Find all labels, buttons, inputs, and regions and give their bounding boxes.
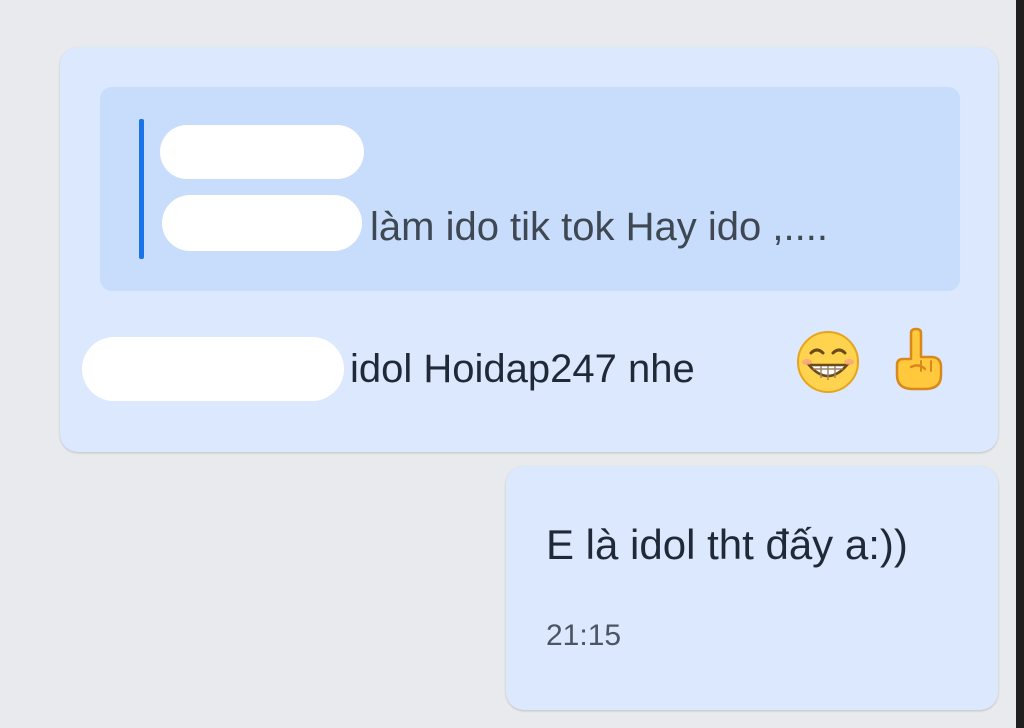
window-edge (1016, 0, 1024, 728)
received-message-bubble[interactable]: làm ido tik tok Hay ido ,.... idol Hoida… (60, 47, 998, 452)
reply-message-text: E là idol tht đấy a:)) (546, 521, 908, 568)
quoted-message[interactable]: làm ido tik tok Hay ido ,.... (100, 87, 960, 291)
chat-screen: làm ido tik tok Hay ido ,.... idol Hoida… (0, 0, 1024, 728)
message-text: idol Hoidap247 nhe (350, 347, 695, 391)
redacted-message-text (82, 337, 344, 401)
redacted-quote-text (162, 195, 362, 251)
quoted-message-text: làm ido tik tok Hay ido ,.... (370, 205, 828, 249)
redacted-quote-sender (160, 125, 364, 179)
quote-accent-bar (139, 119, 144, 259)
sent-message-bubble[interactable]: E là idol tht đấy a:)) 21:15 (506, 466, 998, 710)
grinning-face-emoji (797, 331, 859, 393)
pointing-up-hand-emoji (895, 327, 943, 391)
message-timestamp: 21:15 (546, 619, 622, 652)
